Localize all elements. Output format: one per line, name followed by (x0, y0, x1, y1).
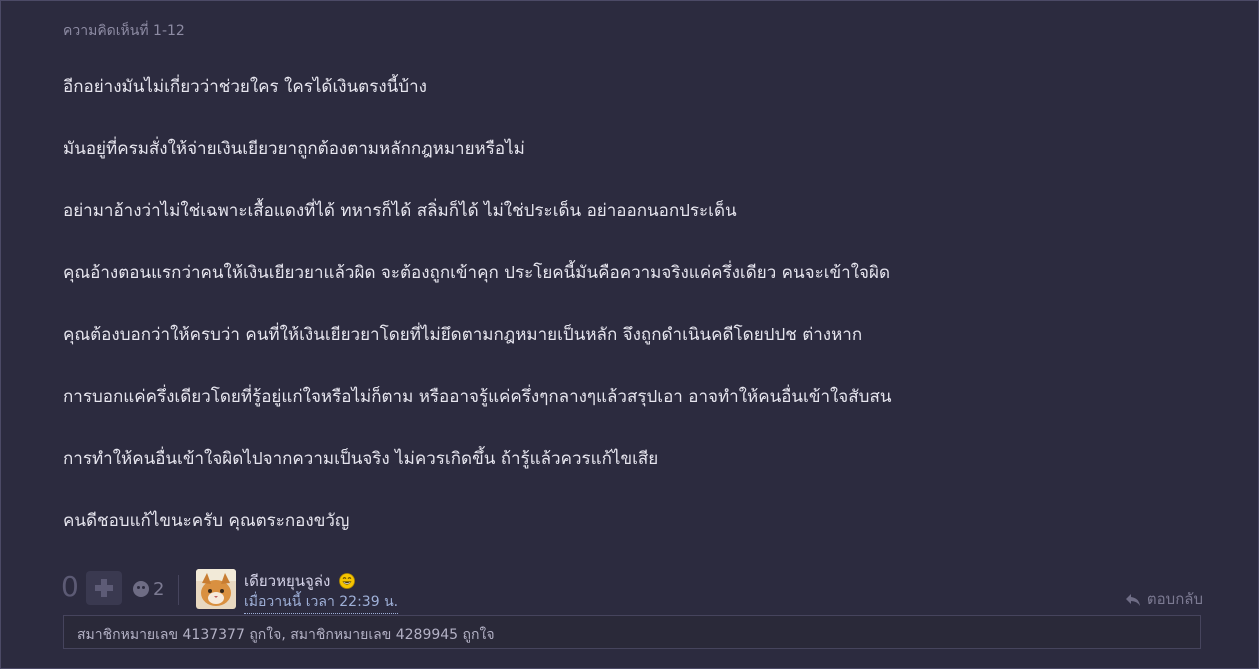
username: เดียวหยุนจูล่ง (244, 572, 331, 590)
comment-paragraph: คนดีชอบแก้ไขนะครับ คุณตระกองขวัญ (63, 511, 350, 531)
comment-paragraph: การบอกแค่ครึ่งเดียวโดยที่รู้อยู่แก่ใจหรื… (63, 387, 892, 407)
username-link[interactable]: เดียวหยุนจูล่ง (244, 569, 356, 593)
comment-paragraph: คุณอ้างตอนแรกว่าคนให้เงินเยียวยาแล้วผิด … (63, 263, 890, 283)
laugh-emoji-icon (339, 573, 356, 589)
smile-icon (133, 581, 149, 597)
emoji-reaction-button[interactable]: 2 (133, 579, 164, 600)
plus-icon (95, 579, 113, 597)
comment-footer: 0 2 เดียวหยุนจูล่ง เมื่อวานนี้ เวลา 22:3… (61, 567, 1203, 614)
comment-paragraph: การทำให้คนอื่นเข้าใจผิดไปจากความเป็นจริง… (63, 449, 659, 469)
reply-arrow-icon (1125, 594, 1140, 606)
divider (178, 575, 179, 605)
reply-label: ตอบกลับ (1146, 590, 1203, 608)
vote-plus-button[interactable] (86, 571, 122, 605)
avatar[interactable] (196, 569, 236, 609)
likers-box: สมาชิกหมายเลข 4137377 ถูกใจ, สมาชิกหมายเ… (63, 615, 1201, 649)
reply-button[interactable]: ตอบกลับ (1125, 587, 1203, 611)
timestamp-link[interactable]: เมื่อวานนี้ เวลา 22:39 น. (244, 591, 399, 614)
comment-paragraph: คุณต้องบอกว่าให้ครบว่า คนที่ให้เงินเยียว… (63, 325, 863, 345)
likers-text: สมาชิกหมายเลข 4137377 ถูกใจ, สมาชิกหมายเ… (77, 627, 495, 643)
emoji-count: 2 (153, 579, 165, 600)
comment-panel: ความคิดเห็นที่ 1-12 อีกอย่างมันไม่เกี่ยว… (0, 0, 1259, 669)
comment-paragraph: อย่ามาอ้างว่าไม่ใช่เฉพาะเสื้อแดงที่ได้ ท… (63, 201, 737, 221)
vote-count: 0 (61, 570, 79, 603)
comment-paragraph: มันอยู่ที่ครมสั่งให้จ่ายเงินเยียวยาถูกต้… (63, 139, 525, 159)
comment-range-label: ความคิดเห็นที่ 1-12 (63, 23, 185, 39)
comment-paragraph: อีกอย่างมันไม่เกี่ยวว่าช่วยใคร ใครได้เงิ… (63, 77, 427, 97)
